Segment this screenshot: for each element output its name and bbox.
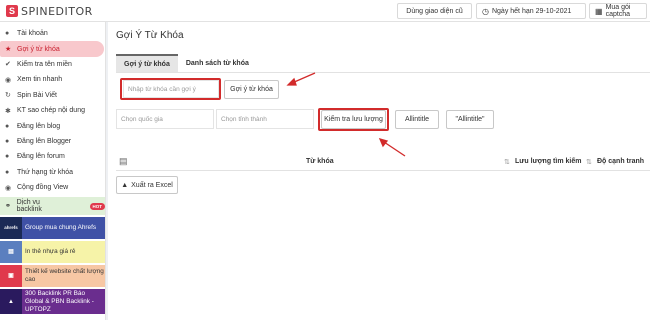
column-competition[interactable]: Độ cạnh tranh	[597, 158, 644, 165]
ad-text: In thẻ nhựa giá rẻ	[25, 248, 76, 256]
sidebar-item-community-view[interactable]: ◉ Cộng đồng View	[0, 180, 105, 195]
sidebar-item-label: Kiểm tra tên miền	[17, 60, 72, 68]
rocket-icon: ▲	[0, 289, 22, 315]
top-bar: S SPINEDITOR Dùng giao diện cũ ◷ Ngày hế…	[0, 0, 650, 22]
check-volume-highlight	[318, 108, 389, 131]
ad-text: Group mua chung Ahrefs	[25, 224, 97, 232]
lightbulb-icon: ✱	[5, 107, 11, 115]
sidebar-item-label: Đăng lên blog	[17, 122, 61, 130]
user-icon: ●	[5, 122, 10, 130]
user-icon: ●	[5, 153, 10, 161]
column-volume[interactable]: Lưu lượng tìm kiếm	[515, 158, 581, 165]
ad-uptopz[interactable]: ▲ 300 Backlink PR Báo Global & PBN Backl…	[0, 289, 105, 315]
tab-keyword-list[interactable]: Danh sách từ khóa	[178, 54, 257, 72]
user-icon: ●	[5, 137, 10, 145]
document-icon[interactable]: ▤	[119, 156, 128, 167]
tab-divider	[116, 72, 650, 73]
star-icon: ★	[5, 46, 12, 54]
ahrefs-logo: ahrefs	[0, 217, 22, 240]
old-ui-button[interactable]: Dùng giao diện cũ	[397, 3, 472, 19]
link-icon: ⚭	[5, 203, 11, 211]
sidebar-item-label: Đăng lên forum	[17, 153, 65, 161]
sidebar-item-label: Đăng lên Blogger	[17, 137, 72, 145]
user-icon: ●	[5, 168, 10, 176]
tab-bar: Gợi ý từ khóa Danh sách từ khóa	[116, 54, 257, 72]
eye-icon: ◉	[5, 184, 12, 192]
allintitle-quoted-button[interactable]: "Allintitle"	[446, 110, 494, 129]
card-image-icon: ▤	[0, 241, 22, 264]
ad-text: Thiết kế website chất lượng cao	[25, 268, 104, 284]
logo-text: SPINEDITOR	[21, 4, 93, 18]
sidebar-item-backlink[interactable]: ⚭ Dịch vụ backlink HOT	[0, 197, 105, 216]
refresh-icon: ↻	[5, 92, 11, 100]
captcha-label: Mua gói captcha	[605, 4, 631, 18]
user-icon: ●	[5, 30, 10, 38]
check-icon: ✔	[5, 61, 11, 69]
logo-mark: S	[6, 5, 18, 17]
clock-icon: ◷	[482, 6, 489, 16]
sidebar-item-quick-news[interactable]: ◉ Xem tin nhanh	[0, 72, 105, 87]
sidebar-item-account[interactable]: ● Tài khoản	[0, 26, 105, 41]
sidebar: ● Tài khoản ★ Gợi ý từ khóa ✔ Kiểm tra tên …	[0, 22, 106, 320]
export-excel-button[interactable]: ▲ Xuất ra Excel	[116, 176, 178, 194]
suggest-button[interactable]: Gợi ý từ khóa	[224, 80, 279, 99]
page-title: Gợi Ý Từ Khóa	[116, 30, 184, 41]
eye-icon: ◉	[5, 76, 12, 84]
ad-ahrefs[interactable]: ahrefs Group mua chung Ahrefs	[0, 217, 105, 240]
sidebar-item-spin[interactable]: ↻ Spin Bài Viết	[0, 88, 105, 103]
sidebar-item-label: Spin Bài Viết	[17, 91, 57, 99]
sidebar-item-domain-check[interactable]: ✔ Kiểm tra tên miền	[0, 57, 105, 72]
sort-icon[interactable]: ⇅	[504, 158, 510, 166]
backlink-label: Dịch vụ backlink	[16, 199, 42, 214]
ad-plastic-card[interactable]: ▤ In thẻ nhựa giá rẻ	[0, 241, 105, 264]
sidebar-item-keyword-suggest[interactable]: ★ Gợi ý từ khóa	[0, 41, 104, 57]
sidebar-item-post-blog[interactable]: ● Đăng lên blog	[0, 118, 105, 133]
expiry-label: Ngày hết hạn 29-10-2021	[491, 7, 572, 15]
captcha-button[interactable]: ▦ Mua gói captcha	[589, 3, 647, 19]
old-ui-label: Dùng giao diện cũ	[406, 7, 463, 15]
keyword-input-highlight	[120, 78, 221, 100]
main-panel: Gợi Ý Từ Khóa Gợi ý từ khóa Danh sách từ…	[108, 22, 650, 320]
export-label: Xuất ra Excel	[131, 181, 173, 189]
logo[interactable]: S SPINEDITOR	[6, 4, 93, 18]
sidebar-item-label: Tài khoản	[17, 30, 48, 38]
allintitle-button[interactable]: Allintitle	[395, 110, 439, 129]
expiry-button[interactable]: ◷ Ngày hết hạn 29-10-2021	[476, 3, 586, 19]
cart-icon: ▦	[595, 6, 603, 16]
ad-website-design[interactable]: ▣ Thiết kế website chất lượng cao	[0, 265, 105, 288]
table-header: ▤ Từ khóa ⇅ Lưu lượng tìm kiếm ⇅ Độ cạnh…	[116, 153, 650, 171]
sidebar-item-label: Thứ hạng từ khóa	[17, 168, 74, 176]
sort-icon[interactable]: ⇅	[586, 158, 592, 166]
website-image-icon: ▣	[0, 265, 22, 288]
column-keyword[interactable]: Từ khóa	[306, 158, 334, 165]
country-select[interactable]: Chọn quốc gia	[116, 109, 214, 129]
sidebar-item-copy-check[interactable]: ✱ KT sao chép nội dung	[0, 103, 105, 118]
sidebar-item-label: Xem tin nhanh	[17, 76, 63, 84]
ad-text: 300 Backlink PR Báo Global & PBN Backlin…	[25, 289, 94, 313]
sidebar-item-post-blogger[interactable]: ● Đăng lên Blogger	[0, 134, 105, 149]
sidebar-item-label: Gợi ý từ khóa	[17, 45, 60, 53]
person-icon: ▲	[121, 181, 129, 189]
sidebar-item-label: KT sao chép nội dung	[17, 107, 85, 115]
sidebar-item-label: Cộng đồng View	[17, 184, 69, 192]
tab-keyword-suggest[interactable]: Gợi ý từ khóa	[116, 54, 178, 72]
sidebar-item-post-forum[interactable]: ● Đăng lên forum	[0, 149, 105, 164]
city-select[interactable]: Chọn tỉnh thành	[216, 109, 314, 129]
sidebar-item-keyword-rank[interactable]: ● Thứ hạng từ khóa	[0, 165, 105, 180]
hot-badge: HOT	[89, 202, 105, 210]
